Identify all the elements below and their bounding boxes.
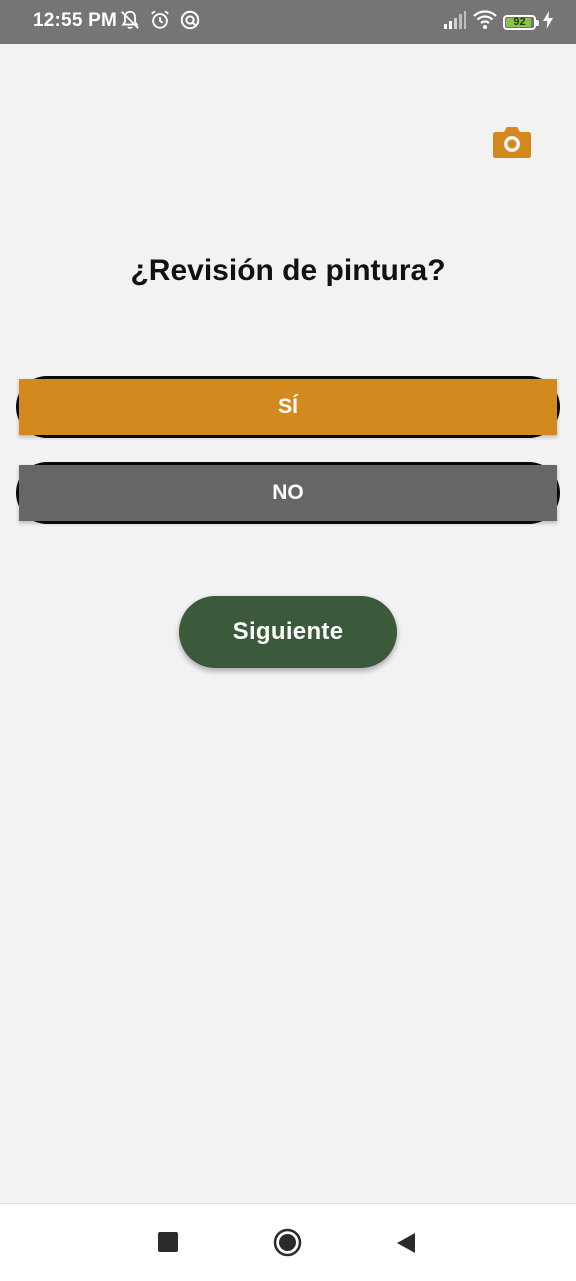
option-yes-container: SÍ [16,376,560,438]
option-yes-button[interactable]: SÍ [19,379,557,435]
signal-icon [443,10,467,35]
next-button[interactable]: Siguiente [179,596,397,668]
battery-level: 92 [513,15,526,28]
wifi-icon [473,9,497,35]
question-title: ¿Revisión de pintura? [130,254,446,287]
back-icon[interactable] [395,1231,417,1255]
alarm-icon [149,9,171,36]
camera-button[interactable] [490,124,534,164]
status-right-icons: 92 [443,9,554,35]
status-left-icons [119,9,201,36]
charging-icon [542,10,554,35]
options-group: SÍ NO [16,360,560,530]
recents-icon[interactable] [158,1232,178,1252]
camera-icon [492,124,532,165]
notifications-off-icon [119,9,141,36]
battery-icon: 92 [503,14,539,30]
option-no-button[interactable]: NO [19,465,557,521]
status-time: 12:55 PM [33,10,117,31]
status-bar: 12:55 PM 92 [0,0,576,44]
home-icon[interactable] [273,1228,302,1257]
navigation-bar [0,1203,576,1281]
option-no-container: NO [16,462,560,524]
sync-icon [179,9,201,36]
